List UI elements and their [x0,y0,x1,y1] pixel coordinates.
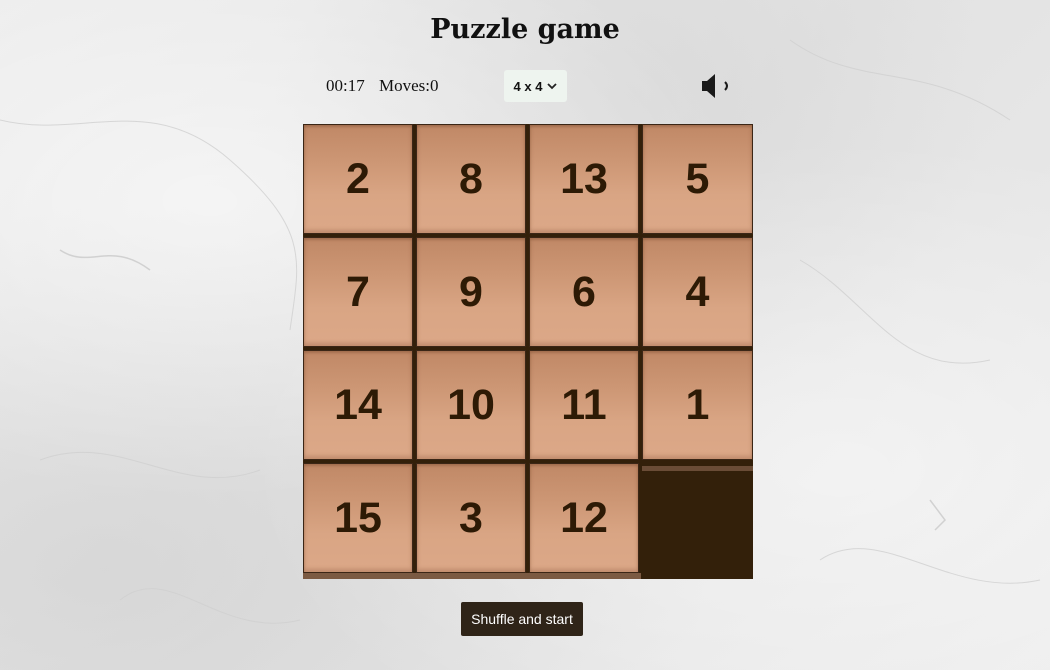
empty-slot [642,466,753,579]
puzzle-board: 2 8 13 5 7 9 6 4 14 10 11 1 15 3 12 [303,124,753,579]
puzzle-tile[interactable]: 2 [303,124,413,234]
puzzle-tile[interactable]: 4 [642,237,753,347]
board-size-value: 4 x 4 [513,78,543,94]
puzzle-tile[interactable]: 10 [416,350,526,460]
puzzle-tile[interactable]: 5 [642,124,753,234]
puzzle-tile[interactable]: 7 [303,237,413,347]
board-size-select[interactable]: 4 x 4 [504,70,567,102]
tile-shadow [303,573,641,579]
puzzle-tile[interactable]: 12 [529,463,639,573]
puzzle-tile[interactable]: 11 [529,350,639,460]
puzzle-tile[interactable]: 13 [529,124,639,234]
page-title: Puzzle game [430,14,620,45]
chevron-down-icon [547,82,558,89]
sound-toggle-button[interactable] [700,72,734,100]
puzzle-tile[interactable]: 14 [303,350,413,460]
puzzle-tile[interactable]: 6 [529,237,639,347]
puzzle-tile[interactable]: 3 [416,463,526,573]
speaker-icon [702,74,728,98]
puzzle-tile[interactable]: 8 [416,124,526,234]
puzzle-tile[interactable]: 15 [303,463,413,573]
moves-counter: Moves:0 [379,76,439,95]
puzzle-tile[interactable]: 1 [642,350,753,460]
shuffle-start-button[interactable]: Shuffle and start [461,602,583,636]
timer-display: 00:17 [326,76,365,95]
puzzle-tile[interactable]: 9 [416,237,526,347]
